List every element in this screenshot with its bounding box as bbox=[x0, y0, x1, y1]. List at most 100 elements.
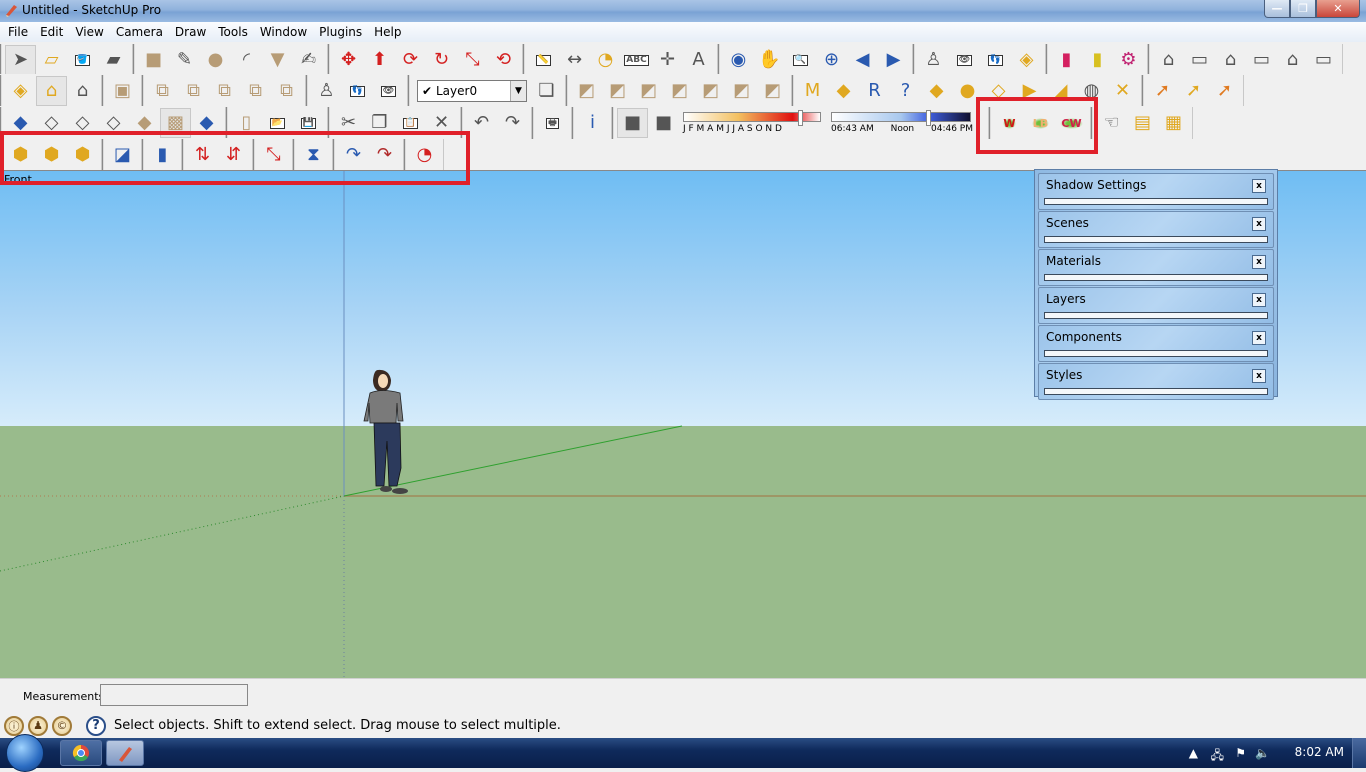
rotate-red-tool-button[interactable]: ↷ bbox=[369, 140, 400, 170]
panel-close-icon[interactable]: x bbox=[1252, 255, 1266, 269]
close-button[interactable]: ✕ bbox=[1316, 0, 1360, 18]
panel-close-icon[interactable]: x bbox=[1252, 217, 1266, 231]
model-info-button[interactable]: i bbox=[577, 108, 608, 138]
axes-tool-button[interactable]: ✛ bbox=[652, 45, 683, 75]
tray-panel-components[interactable]: Components x bbox=[1038, 325, 1274, 362]
rotate-tool-button[interactable]: ⟳ bbox=[395, 45, 426, 75]
text-tool-button[interactable]: ABC bbox=[621, 45, 652, 75]
look-around-tool-button[interactable]: 👁 bbox=[949, 45, 980, 75]
menu-draw[interactable]: Draw bbox=[169, 25, 212, 39]
undo-button[interactable]: ↶ bbox=[466, 108, 497, 138]
panel-close-icon[interactable]: x bbox=[1252, 369, 1266, 383]
section-plane-tool-2-button[interactable]: ◈ bbox=[5, 76, 36, 106]
shaded-textures-style-button[interactable]: ▩ bbox=[160, 108, 191, 138]
clock[interactable]: 8:02 AM bbox=[1295, 745, 1344, 759]
protractor-rotate-tool-button[interactable]: ◔ bbox=[409, 140, 440, 170]
push-pull-tool-button[interactable]: ⬆ bbox=[364, 45, 395, 75]
align-face-tool-button[interactable]: ◪ bbox=[107, 140, 138, 170]
menu-plugins[interactable]: Plugins bbox=[313, 25, 368, 39]
solar-north-tool-button[interactable]: ➚ bbox=[1147, 76, 1178, 106]
subtract-tool-button[interactable]: ⧉ bbox=[209, 76, 240, 106]
front-view-button[interactable]: ⌂ bbox=[1215, 45, 1246, 75]
right-view-button[interactable]: ▭ bbox=[1246, 45, 1277, 75]
dimension-tool-button[interactable]: ↔ bbox=[559, 45, 590, 75]
zoom-extents-tool-button[interactable]: ⊕ bbox=[816, 45, 847, 75]
orbit-tool-button[interactable]: ◉ bbox=[723, 45, 754, 75]
copyright-icon[interactable]: © bbox=[52, 715, 72, 736]
sandbox-from-contours-button[interactable]: ◩ bbox=[571, 76, 602, 106]
select-tool-button[interactable]: ➤ bbox=[5, 45, 36, 75]
make-component-tool-button[interactable]: ▱ bbox=[36, 45, 67, 75]
sun-tool-button[interactable]: ● bbox=[952, 76, 983, 106]
dynamic-components-m-button[interactable]: M bbox=[797, 76, 828, 106]
hidden-line-style-button[interactable]: ◇ bbox=[98, 108, 129, 138]
month-slider[interactable]: J F M A M J J A S O N D bbox=[683, 109, 823, 137]
3d-text-tool-button[interactable]: A bbox=[683, 45, 714, 75]
eraser-tool-button[interactable]: ▰ bbox=[98, 45, 129, 75]
diagonal-move-tool-button[interactable]: ⤡ bbox=[258, 140, 289, 170]
menu-view[interactable]: View bbox=[69, 25, 109, 39]
action-center-icon[interactable]: ⚑ bbox=[1235, 746, 1246, 760]
align-edge-tool-button[interactable]: ▮ bbox=[147, 140, 178, 170]
menu-edit[interactable]: Edit bbox=[34, 25, 69, 39]
rotate-blue-tool-button[interactable]: ↷ bbox=[338, 140, 369, 170]
rectangle-tool-button[interactable]: ■ bbox=[138, 45, 169, 75]
walk-tool-button[interactable]: 👣 bbox=[980, 45, 1011, 75]
volume-icon[interactable]: 🔈 bbox=[1255, 746, 1270, 760]
plane-tool-button[interactable]: ◇ bbox=[983, 76, 1014, 106]
dynamic-components-r-button[interactable]: R bbox=[859, 76, 890, 106]
menu-tools[interactable]: Tools bbox=[212, 25, 254, 39]
instructor-help-icon[interactable]: ? bbox=[86, 715, 106, 736]
flip-edge-tool-button[interactable]: ◩ bbox=[757, 76, 788, 106]
help-tool-button[interactable]: ? bbox=[890, 76, 921, 106]
sphere-tool-button[interactable]: ◍ bbox=[1076, 76, 1107, 106]
component-attributes-button[interactable]: ◆ bbox=[921, 76, 952, 106]
panel-close-icon[interactable]: x bbox=[1252, 331, 1266, 345]
monochrome-style-button[interactable]: ◆ bbox=[191, 108, 222, 138]
shaded-style-button[interactable]: ◆ bbox=[129, 108, 160, 138]
display-shadows-button[interactable]: ■ bbox=[648, 108, 679, 138]
section-plane-tool-button[interactable]: ◈ bbox=[1011, 45, 1042, 75]
zoom-tool-button[interactable]: 🔍 bbox=[785, 45, 816, 75]
delete-button[interactable]: ✕ bbox=[426, 108, 457, 138]
panel-close-icon[interactable]: x bbox=[1252, 293, 1266, 307]
plugin-cw-button[interactable]: CW bbox=[1056, 108, 1087, 138]
layer-manager-button[interactable]: ❏ bbox=[531, 76, 562, 106]
smoove-tool-button[interactable]: ◩ bbox=[633, 76, 664, 106]
position-camera-tool-2-button[interactable]: ♙ bbox=[311, 76, 342, 106]
move-up-down-tool-button[interactable]: ⇅ bbox=[187, 140, 218, 170]
sandbox-from-scratch-button[interactable]: ◩ bbox=[602, 76, 633, 106]
plugin-grass-lb-button[interactable]: LB bbox=[1025, 108, 1056, 138]
look-around-tool-2-button[interactable]: 👁 bbox=[373, 76, 404, 106]
component-options-button[interactable]: ◆ bbox=[828, 76, 859, 106]
menu-window[interactable]: Window bbox=[254, 25, 313, 39]
drape-tool-button[interactable]: ◩ bbox=[695, 76, 726, 106]
pan-tool-button[interactable]: ✋ bbox=[754, 45, 785, 75]
start-button[interactable] bbox=[6, 734, 44, 772]
print-button[interactable]: 🖶 bbox=[537, 108, 568, 138]
geo-location-icon[interactable]: ⓘ bbox=[4, 715, 24, 736]
new-file-button[interactable]: ▯ bbox=[231, 108, 262, 138]
next-view-tool-button[interactable]: ▶ bbox=[878, 45, 909, 75]
left-view-button[interactable]: ▭ bbox=[1308, 45, 1339, 75]
protractor-tool-button[interactable]: ◔ bbox=[590, 45, 621, 75]
arc-tool-button[interactable]: ◜ bbox=[231, 45, 262, 75]
paint-bucket-tool-button[interactable]: 🪣 bbox=[67, 45, 98, 75]
shadow-settings-toggle-button[interactable]: ■ bbox=[617, 108, 648, 138]
get-models-tool-button[interactable]: ▮ bbox=[1051, 45, 1082, 75]
follow-me-tool-button[interactable]: ↻ bbox=[426, 45, 457, 75]
measurements-input[interactable] bbox=[100, 684, 248, 706]
union-tool-button[interactable]: ⧉ bbox=[178, 76, 209, 106]
tray-panel-materials[interactable]: Materials x bbox=[1038, 249, 1274, 286]
scene-tab-front[interactable]: Front bbox=[4, 173, 32, 186]
intersect-tool-button[interactable]: ⧉ bbox=[147, 76, 178, 106]
save-file-button[interactable]: 💾 bbox=[293, 108, 324, 138]
paste-button[interactable]: 📋 bbox=[395, 108, 426, 138]
component-report-button[interactable]: ▤ bbox=[1127, 108, 1158, 138]
layer-select[interactable]: ✔ Layer0 ▼ bbox=[417, 80, 527, 102]
back-edges-style-button[interactable]: ◇ bbox=[36, 108, 67, 138]
position-camera-tool-button[interactable]: ♙ bbox=[918, 45, 949, 75]
tray-panel-layers[interactable]: Layers x bbox=[1038, 287, 1274, 324]
move-tool-button[interactable]: ✥ bbox=[333, 45, 364, 75]
mirror-tool-button[interactable]: ⧗ bbox=[298, 140, 329, 170]
